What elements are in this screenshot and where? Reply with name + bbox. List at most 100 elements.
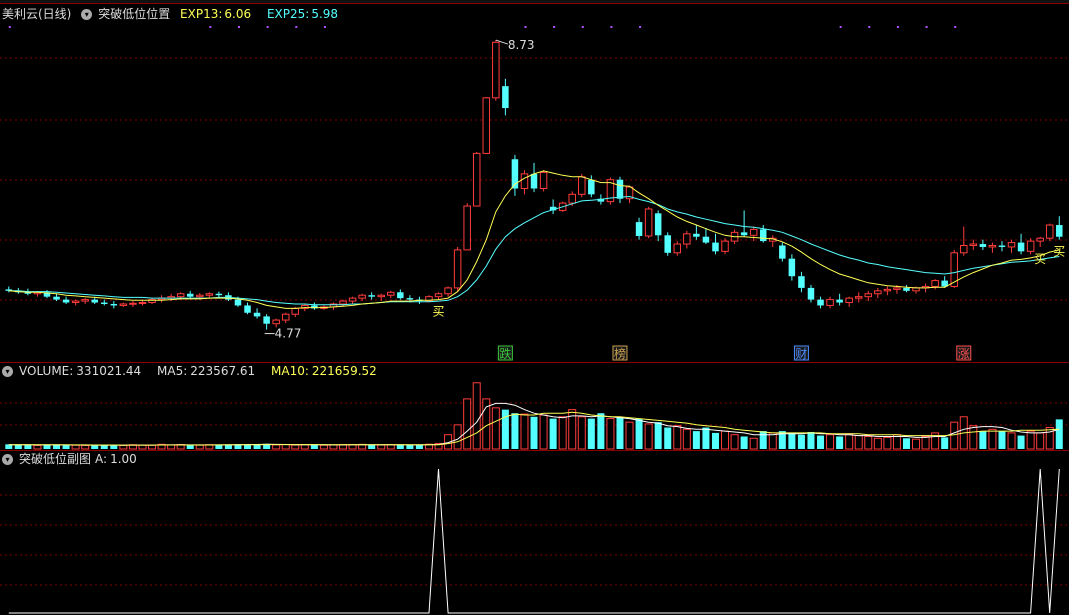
candle-body <box>539 171 548 189</box>
tag-label: 榜 <box>614 346 626 361</box>
volume-chart[interactable] <box>0 363 1069 450</box>
volume-bar <box>43 445 51 449</box>
candle-body <box>253 312 261 317</box>
candle-body <box>845 297 853 304</box>
volume-bar <box>788 432 796 449</box>
volume-bar <box>950 421 959 450</box>
volume-bar <box>616 416 624 449</box>
volume-bar <box>702 427 710 449</box>
volume-bar <box>24 444 32 449</box>
low-price-label: 4.77 <box>275 327 302 341</box>
volume-bar <box>1045 427 1054 450</box>
volume-bar <box>740 436 748 449</box>
signal-dot <box>323 26 326 28</box>
candle-body <box>702 236 710 243</box>
candle-body <box>578 176 586 195</box>
candle-body <box>693 233 700 237</box>
candle-body <box>1007 242 1016 248</box>
volume-bar <box>530 416 538 449</box>
volume-bar <box>33 444 42 450</box>
candle-body <box>272 319 280 325</box>
candle-body <box>482 97 491 154</box>
signal-dot <box>925 26 928 28</box>
candle-body <box>62 299 70 303</box>
signal-dot <box>610 26 613 28</box>
candle-body <box>740 232 748 236</box>
candle-body <box>998 245 1006 247</box>
volume-bar <box>979 431 987 449</box>
volume-bar <box>807 432 815 449</box>
candle-body <box>749 228 758 236</box>
exp25-line <box>8 195 1060 306</box>
candle-body <box>664 235 671 253</box>
volume-bar <box>1055 419 1063 449</box>
tag-label: 跌 <box>499 346 511 361</box>
volume-bar <box>759 431 767 449</box>
candle-body <box>91 299 98 303</box>
volume-bar <box>768 432 777 450</box>
sub-indicator-chart[interactable] <box>0 451 1069 615</box>
signal-dot <box>639 26 642 28</box>
volume-bar <box>281 444 290 450</box>
volume-bar <box>597 413 605 449</box>
candle-body <box>673 243 682 254</box>
candle-body <box>530 173 538 189</box>
signal-dot <box>553 26 556 28</box>
volume-bar <box>62 444 70 449</box>
candle-body <box>263 316 270 324</box>
volume-bar <box>988 428 997 450</box>
volume-bar <box>138 444 147 450</box>
volume-bar <box>1036 432 1045 450</box>
candle-body <box>883 288 892 292</box>
candle-body <box>129 302 137 305</box>
candle-body <box>176 293 185 298</box>
candle-body <box>864 293 873 298</box>
volume-bar <box>692 431 700 449</box>
volume-bar <box>998 431 1006 449</box>
candle-body <box>644 208 653 237</box>
signal-dot <box>266 26 269 28</box>
volume-bar <box>941 437 949 449</box>
candle-body <box>969 243 978 247</box>
volume-bar <box>377 444 386 450</box>
volume-bar <box>673 425 682 450</box>
candle-body <box>616 179 624 199</box>
candle-body <box>339 300 347 305</box>
volume-bar <box>300 444 309 450</box>
signal-dot <box>839 26 842 28</box>
buy-signal-label: 买 <box>1053 245 1065 259</box>
volume-bar <box>730 434 739 450</box>
candle-body <box>53 296 60 300</box>
volume-bar <box>81 444 90 450</box>
candle-body <box>759 229 767 242</box>
candle-body <box>1036 237 1044 242</box>
candle-body <box>138 302 147 305</box>
volume-bar <box>348 444 357 450</box>
volume-bar <box>310 444 318 449</box>
candle-body <box>1045 224 1054 239</box>
signal-dot <box>524 26 527 28</box>
candle-body <box>988 245 997 248</box>
candle-body <box>377 294 385 298</box>
volume-bar <box>491 407 500 450</box>
candle-body <box>348 297 357 302</box>
candle-body <box>807 287 815 300</box>
volume-bar <box>606 418 615 450</box>
volume-bar <box>644 423 653 450</box>
candle-body <box>291 307 300 315</box>
candle-body <box>568 193 576 204</box>
volume-bar <box>664 427 672 449</box>
signal-dot <box>209 26 212 28</box>
volume-bar <box>406 445 414 449</box>
volume-bar <box>119 444 128 450</box>
candle-body <box>281 313 290 321</box>
volume-bar <box>873 437 882 450</box>
volume-bar <box>902 438 910 449</box>
price-chart[interactable]: 8.734.77买买买跌榜财涨 <box>0 4 1069 362</box>
price-panel: 美利云(日线) ▾ 突破低位位置 EXP13: 6.06 EXP25: 5.98 8.… <box>0 4 1069 362</box>
volume-bar <box>883 436 892 450</box>
candle-body <box>453 249 462 289</box>
candle-body <box>683 233 691 245</box>
candle-body <box>1017 242 1025 252</box>
volume-bar <box>148 444 157 450</box>
